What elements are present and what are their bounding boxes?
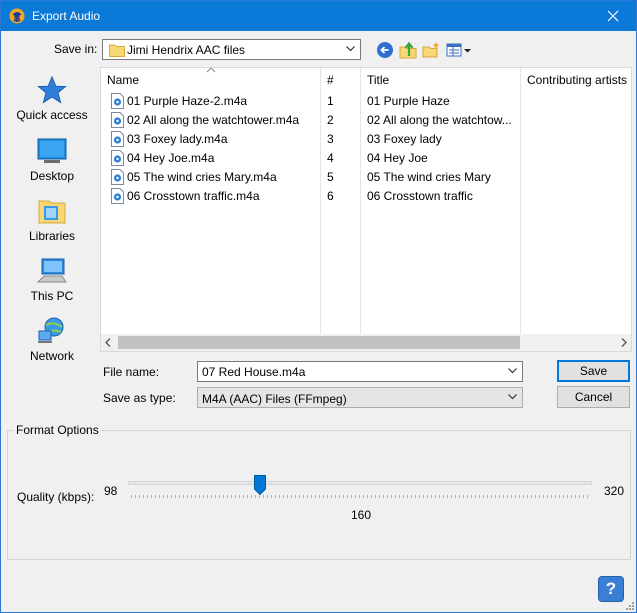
title-cell: 06 Crosstown traffic <box>367 189 473 203</box>
place-label: This PC <box>30 289 74 303</box>
desktop-icon <box>37 138 67 163</box>
scrollbar-thumb[interactable] <box>118 336 520 349</box>
scroll-left-icon[interactable] <box>105 338 111 347</box>
libraries-icon <box>38 200 66 224</box>
quality-min-label: 98 <box>104 484 118 498</box>
network-icon <box>38 317 64 343</box>
track-number-cell: 3 <box>327 132 334 146</box>
track-number-cell: 6 <box>327 189 334 203</box>
title-cell: 05 The wind cries Mary <box>367 170 491 184</box>
save-as-type-value: M4A (AAC) Files (FFmpeg) <box>202 392 347 406</box>
place-quick-access[interactable]: Quick access <box>8 76 96 134</box>
view-menu-icon[interactable] <box>446 41 472 59</box>
column-header-number[interactable]: # <box>327 73 334 87</box>
close-icon <box>607 10 619 22</box>
track-number-cell: 1 <box>327 94 334 108</box>
file-name-value: 07 Red House.m4a <box>202 365 306 379</box>
quality-label: Quality (kbps): <box>17 490 95 504</box>
audacity-app-icon <box>9 8 25 24</box>
track-number-cell: 2 <box>327 113 334 127</box>
chevron-down-icon <box>508 394 517 400</box>
export-audio-dialog: Export Audio Save in: Jimi Hendrix AAC f… <box>0 0 637 613</box>
folder-icon <box>109 44 125 57</box>
place-libraries[interactable]: Libraries <box>8 197 96 255</box>
file-name-cell: 06 Crosstown traffic.m4a <box>127 189 260 203</box>
chevron-down-icon <box>346 46 355 52</box>
quality-slider-ticks <box>131 495 591 498</box>
place-label: Desktop <box>29 169 75 183</box>
place-label: Quick access <box>16 108 88 122</box>
file-name-label: File name: <box>103 365 160 379</box>
places-bar: Quick access Desktop Libraries This PC N… <box>8 67 96 363</box>
scroll-right-icon[interactable] <box>621 338 627 347</box>
table-row[interactable]: 01 Purple Haze-2.m4a 1 01 Purple Haze <box>101 92 631 111</box>
save-in-label: Save in: <box>54 42 98 56</box>
file-list[interactable]: Name # Title Contributing artists 01 Pur… <box>100 67 632 352</box>
up-folder-icon[interactable] <box>399 41 417 59</box>
chevron-down-icon[interactable] <box>508 368 517 374</box>
audio-file-icon <box>111 169 124 185</box>
close-button[interactable] <box>590 1 636 31</box>
table-row[interactable]: 05 The wind cries Mary.m4a 5 05 The wind c… <box>101 168 631 187</box>
save-as-type-select[interactable]: M4A (AAC) Files (FFmpeg) <box>197 387 523 408</box>
audio-file-icon <box>111 150 124 166</box>
computer-icon <box>36 258 67 283</box>
place-desktop[interactable]: Desktop <box>8 137 96 195</box>
table-row[interactable]: 03 Foxey lady.m4a 3 03 Foxey lady <box>101 130 631 149</box>
audio-file-icon <box>111 188 124 204</box>
audio-file-icon <box>111 131 124 147</box>
column-header-name[interactable]: Name <box>107 73 139 87</box>
title-cell: 03 Foxey lady <box>367 132 442 146</box>
audio-file-icon <box>111 112 124 128</box>
quality-max-label: 320 <box>604 484 625 498</box>
horizontal-scrollbar[interactable] <box>101 334 631 351</box>
window-title: Export Audio <box>32 9 101 23</box>
title-cell: 04 Hey Joe <box>367 151 428 165</box>
format-options-title: Format Options <box>14 423 101 437</box>
quality-slider-thumb[interactable] <box>254 475 266 495</box>
save-button[interactable]: Save <box>557 360 630 382</box>
save-as-type-label: Save as type: <box>103 391 176 405</box>
column-header-contributing-artists[interactable]: Contributing artists <box>527 73 627 87</box>
quality-value: 160 <box>351 508 372 522</box>
save-in-combo[interactable]: Jimi Hendrix AAC files <box>102 39 361 60</box>
file-name-input[interactable]: 07 Red House.m4a <box>197 361 523 382</box>
column-header-title[interactable]: Title <box>367 73 389 87</box>
table-row[interactable]: 04 Hey Joe.m4a 4 04 Hey Joe <box>101 149 631 168</box>
place-label: Network <box>29 349 74 363</box>
sort-ascending-icon <box>206 68 216 73</box>
star-icon <box>37 76 67 104</box>
place-network[interactable]: Network <box>8 317 96 375</box>
file-name-cell: 02 All along the watchtower.m4a <box>127 113 300 127</box>
quality-slider-track[interactable] <box>128 481 592 485</box>
place-this-pc[interactable]: This PC <box>8 257 96 315</box>
file-name-cell: 01 Purple Haze-2.m4a <box>127 94 248 108</box>
table-row[interactable]: 06 Crosstown traffic.m4a 6 06 Crosstown tr… <box>101 187 631 206</box>
back-arrow-icon[interactable] <box>376 41 394 59</box>
file-name-cell: 04 Hey Joe.m4a <box>127 151 215 165</box>
cancel-button[interactable]: Cancel <box>557 386 630 408</box>
table-row[interactable]: 02 All along the watchtower.m4a 2 02 All a… <box>101 111 631 130</box>
title-bar[interactable]: Export Audio <box>1 1 636 31</box>
title-cell: 01 Purple Haze <box>367 94 450 108</box>
resize-grip-icon[interactable] <box>624 600 634 610</box>
title-cell: 02 All along the watchtow... <box>367 113 512 127</box>
file-name-cell: 03 Foxey lady.m4a <box>127 132 228 146</box>
new-folder-icon[interactable] <box>422 41 440 59</box>
audio-file-icon <box>111 93 124 109</box>
help-button[interactable]: ? <box>598 576 624 602</box>
place-label: Libraries <box>28 229 76 243</box>
file-name-cell: 05 The wind cries Mary.m4a <box>127 170 277 184</box>
save-in-folder: Jimi Hendrix AAC files <box>127 43 246 57</box>
track-number-cell: 4 <box>327 151 334 165</box>
track-number-cell: 5 <box>327 170 334 184</box>
